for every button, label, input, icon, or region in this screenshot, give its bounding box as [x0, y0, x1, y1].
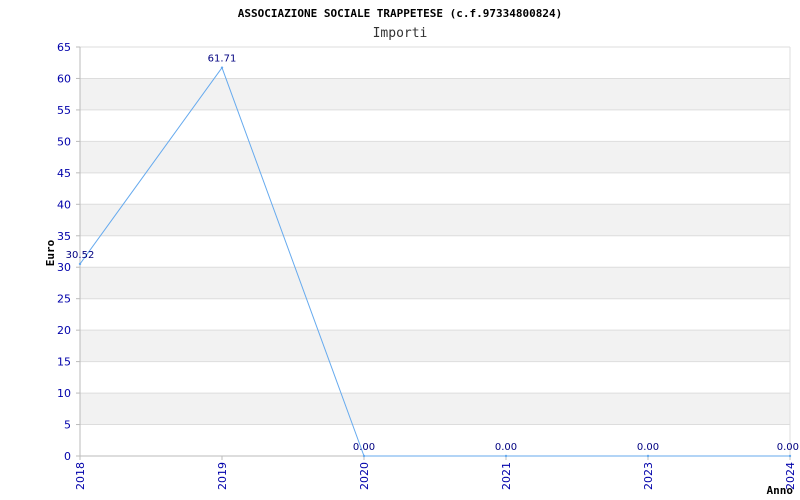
x-tick-label: 2018 [74, 462, 87, 490]
y-tick-label: 20 [57, 324, 71, 337]
y-tick-label: 60 [57, 72, 71, 85]
grid-bands [80, 78, 790, 425]
data-label: 30.52 [66, 250, 95, 261]
data-point [362, 454, 366, 458]
y-tick-label: 35 [57, 230, 71, 243]
data-point [220, 66, 224, 69]
y-tick-label: 40 [57, 198, 71, 211]
data-point [646, 454, 650, 458]
x-tick-label: 2021 [500, 462, 513, 490]
y-axis-label: Euro [44, 239, 57, 266]
y-tick-label: 15 [57, 356, 71, 369]
data-label: 0.00 [353, 442, 375, 453]
y-tick-label: 30 [57, 261, 71, 274]
y-tick-label: 5 [64, 419, 71, 432]
x-tick-label: 2020 [358, 462, 371, 490]
x-axis-label: Anno [767, 484, 794, 497]
grid-band [80, 141, 790, 173]
data-point [504, 454, 508, 458]
data-label: 0.00 [637, 442, 659, 453]
grid-band [80, 78, 790, 110]
y-tick-label: 50 [57, 135, 71, 148]
data-point [788, 454, 792, 458]
y-tick-label: 45 [57, 167, 71, 180]
grid-band [80, 393, 790, 425]
line-chart: ASSOCIAZIONE SOCIALE TRAPPETESE (c.f.973… [44, 7, 799, 497]
x-tick-label: 2023 [642, 462, 655, 490]
x-tick-label: 2019 [216, 462, 229, 490]
data-label: 0.00 [495, 442, 517, 453]
grid-band [80, 204, 790, 236]
chart-subtitle: Importi [373, 26, 428, 41]
grid-band [80, 330, 790, 362]
y-tick-label: 25 [57, 293, 71, 306]
y-tick-label: 65 [57, 41, 71, 54]
data-label: 61.71 [208, 54, 237, 65]
data-point [78, 262, 82, 266]
chart-title: ASSOCIAZIONE SOCIALE TRAPPETESE (c.f.973… [238, 7, 563, 20]
data-label: 0.00 [777, 442, 799, 453]
y-tick-label: 55 [57, 104, 71, 117]
y-tick-label: 10 [57, 387, 71, 400]
x-axis-ticks: 2018 2019 2020 2021 2023 2024 [74, 456, 797, 490]
y-tick-label: 0 [64, 450, 71, 463]
grid-band [80, 267, 790, 299]
